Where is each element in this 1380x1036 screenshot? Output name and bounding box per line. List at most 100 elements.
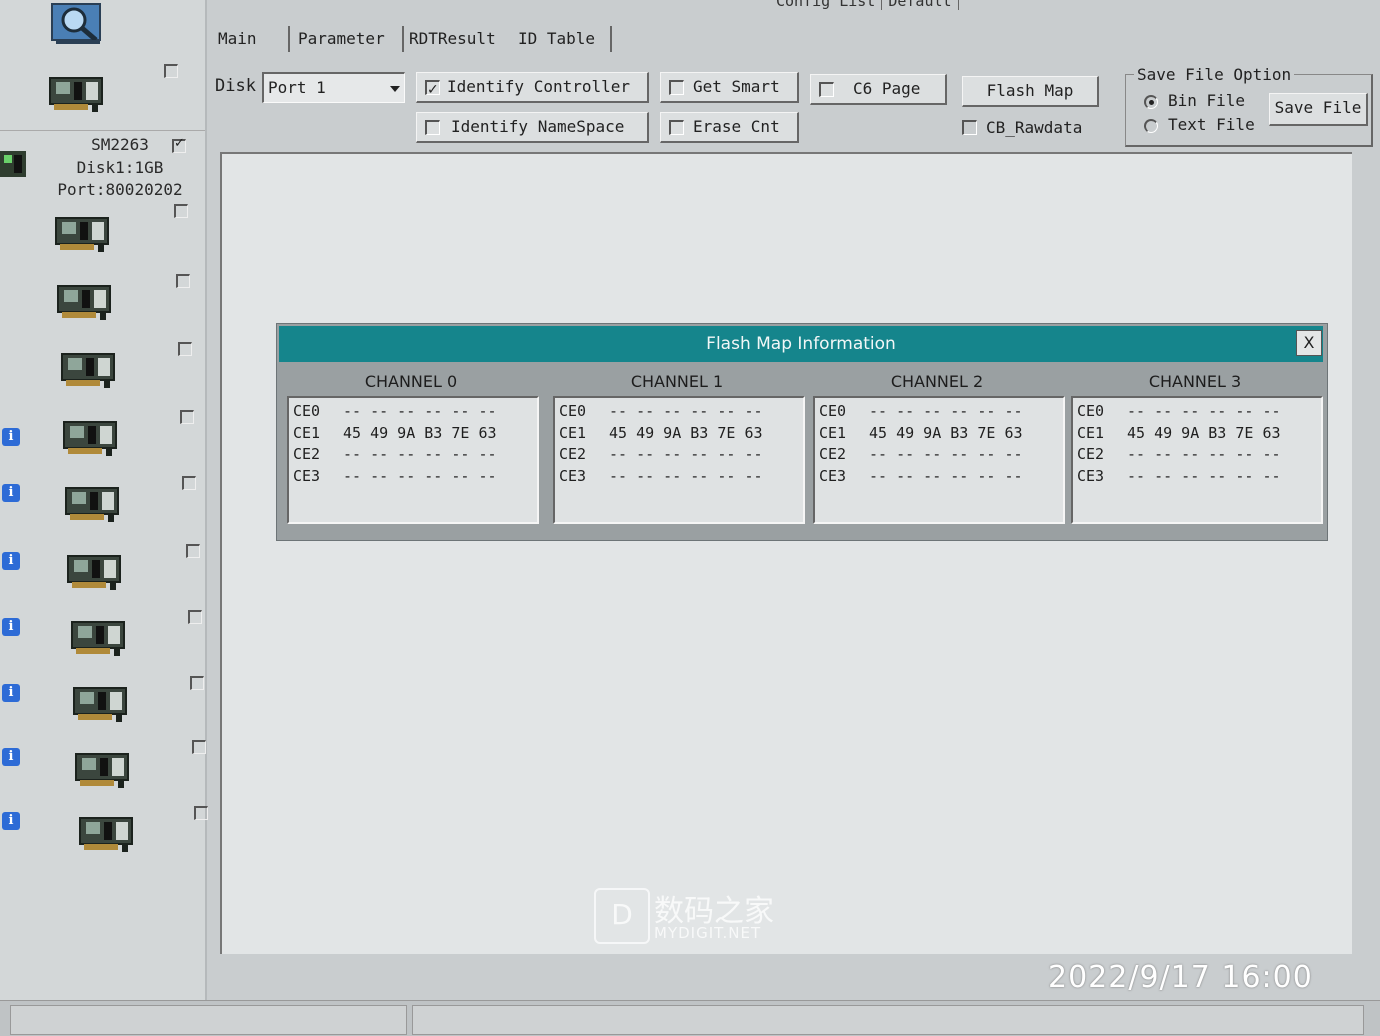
ce-row: CE3 -- -- -- -- -- -- xyxy=(293,467,497,489)
channel-title: CHANNEL 0 xyxy=(364,372,458,391)
c6-page-button[interactable]: C6 Page xyxy=(810,74,947,105)
identify-namespace-checkbox[interactable] xyxy=(425,120,440,135)
device-select-checkbox[interactable] xyxy=(182,476,196,490)
ce-label: CE1 xyxy=(293,423,321,442)
erase-cnt-button[interactable]: Erase Cnt xyxy=(660,112,799,143)
cb-rawdata-checkbox[interactable] xyxy=(962,120,977,135)
info-icon[interactable]: i xyxy=(2,748,20,766)
disk-port-value: Port 1 xyxy=(268,78,326,97)
ce-row: CE2 -- -- -- -- -- -- xyxy=(559,445,763,467)
ce-row: CE3 -- -- -- -- -- -- xyxy=(1077,467,1281,489)
identify-namespace-label: Identify NameSpace xyxy=(451,117,625,136)
dialog-title: Flash Map Information xyxy=(279,326,1323,362)
device-select-checkbox[interactable] xyxy=(194,806,208,820)
save-file-option-legend: Save File Option xyxy=(1134,65,1295,84)
channel-panel: CHANNEL 2 CE0 -- -- -- -- -- -- CE1 45 49 9A… xyxy=(809,368,1065,524)
channel-panel: CHANNEL 1 CE0 -- -- -- -- -- -- CE1 45 49 9A… xyxy=(549,368,805,524)
flash-id-bytes: 45 49 9A B3 7E 63 xyxy=(609,423,763,442)
flash-id-bytes: -- -- -- -- -- -- xyxy=(1127,402,1281,420)
ce-label: CE3 xyxy=(293,466,321,485)
device-select-checkbox[interactable] xyxy=(180,410,194,424)
device-select-checkbox[interactable] xyxy=(188,610,202,624)
flash-id-bytes: -- -- -- -- -- -- xyxy=(343,466,497,485)
device-port: Port:80020202 xyxy=(57,180,183,199)
save-file-button[interactable]: Save File xyxy=(1269,93,1368,126)
erase-cnt-label: Erase Cnt xyxy=(693,117,780,136)
pcie-card-icon[interactable] xyxy=(54,214,112,254)
pcie-card-icon[interactable] xyxy=(48,74,106,114)
ce-label: CE2 xyxy=(293,445,321,463)
get-smart-checkbox[interactable] xyxy=(669,80,684,95)
ce-row: CE1 45 49 9A B3 7E 63 xyxy=(293,424,497,446)
ce-label: CE3 xyxy=(559,466,587,485)
info-icon[interactable]: i xyxy=(2,484,20,502)
device-panel: i i i i i i i SM2263 Disk1:1GB Port:80020202 xyxy=(0,0,208,1000)
ce-label: CE3 xyxy=(819,466,847,485)
info-icon[interactable]: i xyxy=(2,812,20,830)
pcie-card-icon[interactable] xyxy=(64,484,122,524)
flash-id-bytes: 45 49 9A B3 7E 63 xyxy=(343,423,497,442)
get-smart-button[interactable]: Get Smart xyxy=(660,72,799,103)
c6-page-checkbox[interactable] xyxy=(819,82,834,97)
device-select-checkbox[interactable] xyxy=(164,64,178,78)
bin-file-radio[interactable] xyxy=(1144,95,1158,109)
ce-label: CE1 xyxy=(1077,423,1105,442)
pcie-card-icon[interactable] xyxy=(72,684,130,724)
identify-controller-checkbox[interactable] xyxy=(425,76,440,104)
get-smart-label: Get Smart xyxy=(693,77,780,96)
flash-id-bytes: -- -- -- -- -- -- xyxy=(869,402,1023,420)
disk-port-select[interactable]: Port 1 xyxy=(262,72,405,103)
device-select-checkbox[interactable] xyxy=(186,544,200,558)
flash-id-bytes: -- -- -- -- -- -- xyxy=(869,445,1023,463)
bin-file-label: Bin File xyxy=(1168,91,1246,110)
selected-device[interactable]: SM2263 Disk1:1GB Port:80020202 xyxy=(0,130,205,199)
text-file-radio[interactable] xyxy=(1144,119,1158,133)
flash-map-dialog: Flash Map Information X CHANNEL 0 CE0 -- -… xyxy=(276,323,1328,541)
tab-rdtresult[interactable]: RDTResult xyxy=(401,26,512,52)
device-select-checkbox[interactable] xyxy=(174,204,188,218)
info-icon[interactable]: i xyxy=(2,618,20,636)
magnifier-scan-icon[interactable] xyxy=(50,2,104,46)
device-select-checkbox[interactable] xyxy=(192,740,206,754)
info-icon[interactable]: i xyxy=(2,684,20,702)
device-select-checkbox[interactable] xyxy=(190,676,204,690)
ce-label: CE0 xyxy=(1077,402,1105,420)
watermark-site: MYDIGIT.NET xyxy=(654,924,762,942)
close-button[interactable]: X xyxy=(1296,330,1322,356)
pcie-card-icon[interactable] xyxy=(60,350,118,390)
ce-row: CE2 -- -- -- -- -- -- xyxy=(293,445,497,467)
tab-main[interactable]: Main xyxy=(210,26,290,52)
device-select-checkbox[interactable] xyxy=(176,274,190,288)
flash-id-bytes: -- -- -- -- -- -- xyxy=(343,402,497,420)
watermark-logo: D xyxy=(594,888,650,944)
cb-rawdata-label: CB_Rawdata xyxy=(986,118,1083,137)
device-select-checkbox[interactable] xyxy=(178,342,192,356)
ce-row: CE1 45 49 9A B3 7E 63 xyxy=(819,424,1023,446)
info-icon[interactable]: i xyxy=(2,428,20,446)
channel-title: CHANNEL 3 xyxy=(1148,372,1242,391)
ce-label: CE0 xyxy=(293,402,321,420)
identify-controller-button[interactable]: Identify Controller xyxy=(416,72,649,104)
identify-namespace-button[interactable]: Identify NameSpace xyxy=(416,112,649,143)
pcie-card-icon[interactable] xyxy=(62,418,120,458)
tab-id-table[interactable]: ID Table xyxy=(510,26,612,52)
flash-map-button[interactable]: Flash Map xyxy=(962,76,1099,107)
pcie-card-icon[interactable] xyxy=(70,618,128,658)
pcie-card-icon[interactable] xyxy=(78,814,136,854)
flash-map-label: Flash Map xyxy=(986,81,1074,100)
channel-ce-list: CE0 -- -- -- -- -- -- CE1 45 49 9A B3 7E 63… xyxy=(553,396,805,524)
tab-config-list[interactable]: Config List xyxy=(770,0,883,10)
tab-parameter[interactable]: Parameter xyxy=(290,26,404,52)
info-icon[interactable]: i xyxy=(2,552,20,570)
pcie-card-icon[interactable] xyxy=(74,750,132,790)
erase-cnt-checkbox[interactable] xyxy=(669,120,684,135)
device-select-checkbox[interactable] xyxy=(172,136,186,153)
pcie-card-icon[interactable] xyxy=(66,552,124,592)
ce-row: CE3 -- -- -- -- -- -- xyxy=(819,467,1023,489)
ce-label: CE1 xyxy=(819,423,847,442)
photo-timestamp: 2022/9/17 16:00 xyxy=(1048,960,1313,995)
tab-default[interactable]: Default xyxy=(882,0,959,10)
pcie-card-icon[interactable] xyxy=(56,282,114,322)
chevron-down-icon xyxy=(390,86,400,92)
identify-controller-label: Identify Controller xyxy=(447,77,631,96)
